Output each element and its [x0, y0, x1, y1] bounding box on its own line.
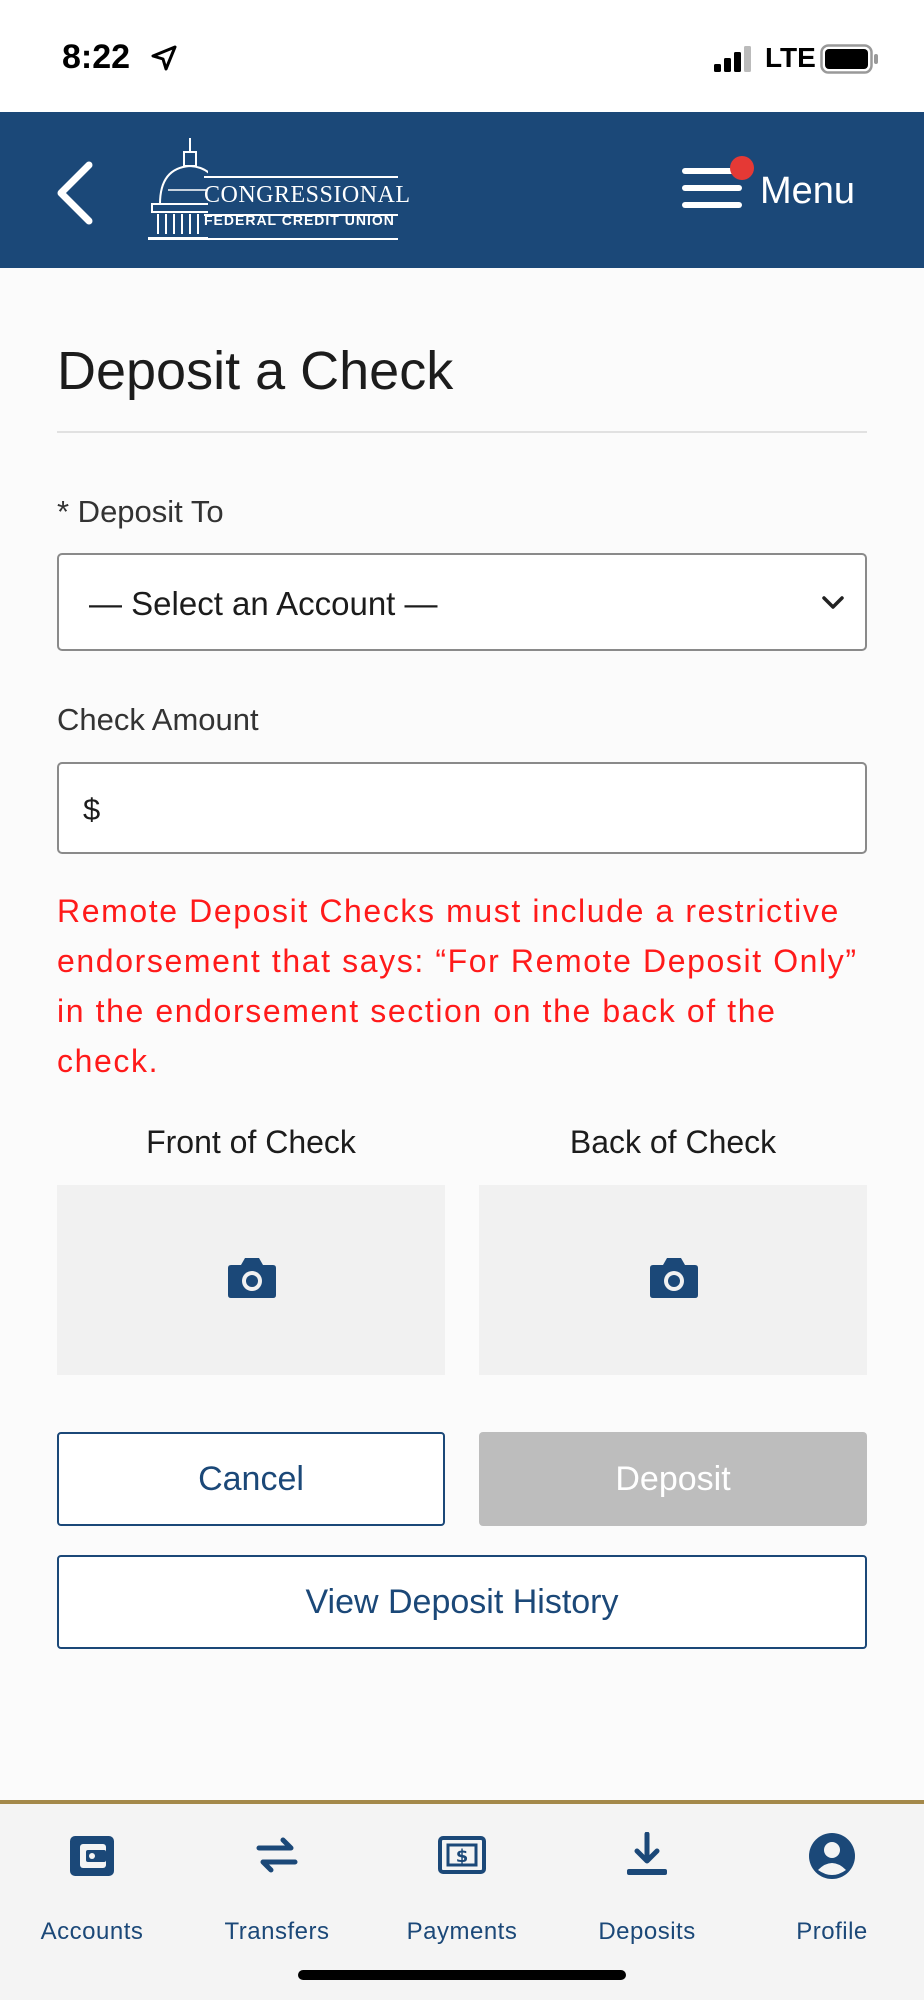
tab-label: Deposits	[598, 1918, 696, 1945]
status-bar: 8:22 LTE	[0, 0, 924, 112]
tab-label: Accounts	[40, 1918, 144, 1945]
back-button[interactable]	[50, 158, 100, 228]
back-of-check-capture[interactable]	[479, 1185, 867, 1375]
signal-strength-icon	[714, 46, 754, 77]
page-title: Deposit a Check	[57, 341, 454, 401]
status-time: 8:22	[62, 38, 131, 76]
logo-subtitle: FEDERAL CREDIT UNION	[204, 212, 395, 228]
download-icon	[627, 1832, 667, 1875]
app-header: CONGRESSIONAL FEDERAL CREDIT UNION Menu	[0, 112, 924, 268]
tab-profile[interactable]: Profile	[740, 1832, 924, 1952]
user-circle-icon	[809, 1833, 855, 1879]
back-of-check-label: Back of Check	[569, 1124, 777, 1160]
transfer-arrows-icon	[256, 1837, 298, 1873]
camera-icon	[228, 1258, 276, 1298]
logo: CONGRESSIONAL FEDERAL CREDIT UNION	[148, 134, 410, 246]
chevron-down-icon	[822, 596, 844, 609]
wallet-icon	[70, 1836, 114, 1876]
chevron-left-icon	[57, 161, 93, 225]
svg-text:$: $	[456, 1846, 469, 1867]
check-amount-field[interactable]: $	[57, 762, 867, 854]
dollar-bill-icon: $	[438, 1836, 486, 1874]
cancel-button[interactable]: Cancel	[57, 1432, 445, 1526]
front-of-check-capture[interactable]	[57, 1185, 445, 1375]
tab-label: Transfers	[224, 1918, 330, 1945]
tab-label: Profile	[796, 1918, 868, 1945]
tab-accounts[interactable]: Accounts	[0, 1832, 184, 1952]
tab-transfers[interactable]: Transfers	[185, 1832, 369, 1952]
battery-icon	[820, 44, 880, 79]
network-type: LTE	[765, 42, 816, 73]
menu-button[interactable]: Menu	[682, 152, 894, 232]
endorsement-warning: Remote Deposit Checks must include a res…	[57, 893, 858, 1079]
camera-icon	[650, 1258, 698, 1298]
deposit-to-label: * Deposit To	[57, 494, 224, 529]
deposit-button[interactable]: Deposit	[479, 1432, 867, 1526]
currency-prefix: $	[83, 792, 101, 827]
menu-label: Menu	[760, 170, 856, 212]
deposit-to-select[interactable]: — Select an Account —	[57, 553, 867, 651]
front-of-check-label: Front of Check	[146, 1124, 356, 1160]
location-arrow-icon	[150, 44, 178, 77]
notification-dot	[730, 156, 754, 180]
tab-payments[interactable]: $ Payments	[370, 1832, 554, 1952]
title-divider	[57, 431, 867, 433]
deposit-to-value: — Select an Account —	[89, 585, 438, 622]
check-amount-label: Check Amount	[57, 702, 259, 737]
tab-deposits[interactable]: Deposits	[555, 1832, 739, 1952]
capitol-dome-icon	[148, 138, 208, 239]
view-deposit-history-button[interactable]: View Deposit History	[57, 1555, 867, 1649]
home-indicator[interactable]	[298, 1970, 626, 1980]
check-amount-input[interactable]	[119, 780, 839, 838]
logo-wordmark: CONGRESSIONAL	[204, 182, 411, 208]
tab-label: Payments	[406, 1918, 518, 1945]
